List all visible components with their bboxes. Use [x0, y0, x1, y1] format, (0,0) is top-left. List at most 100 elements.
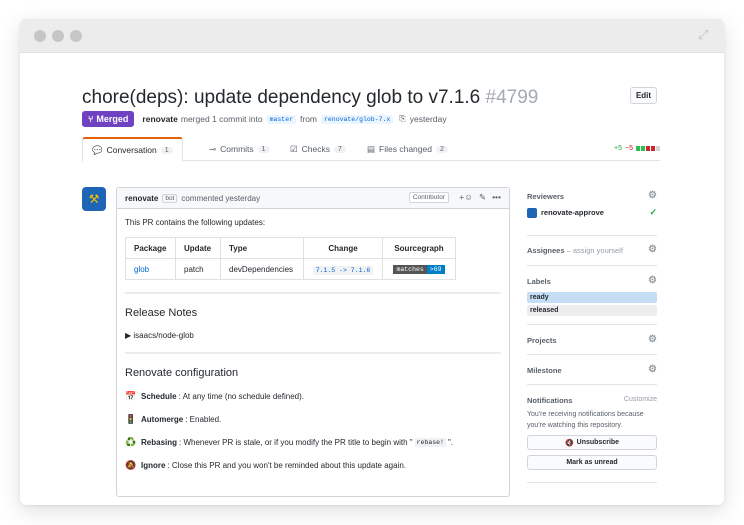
expand-icon[interactable]: ⤢ [698, 28, 712, 42]
diffstat-bars [636, 146, 660, 151]
table-header-row: Package Update Type Change Sourcegraph [125, 237, 456, 259]
tab-conversation-count: 1 [160, 146, 173, 154]
tab-files-changed[interactable]: ▤ Files changed 2 [358, 137, 457, 161]
col-sourcegraph: Sourcegraph [382, 237, 456, 259]
notifications-section: Notifications Customize You're receiving… [527, 385, 657, 483]
minimize-window-dot[interactable] [52, 30, 64, 42]
avatar[interactable]: ⚒ [82, 187, 106, 211]
comment-intro: This PR contains the following updates: [125, 218, 266, 227]
tab-files-count: 2 [435, 145, 448, 153]
window-titlebar: ⤢ [20, 19, 724, 53]
projects-section: Projects ⚙ [527, 325, 657, 355]
rebase-code: rebase! [414, 438, 446, 447]
type-cell: devDependencies [220, 258, 304, 280]
diffstat-deletions: −5 [625, 145, 633, 152]
config-automerge-text: : Enabled. [185, 415, 222, 424]
config-ignore-title: Ignore [141, 461, 166, 470]
release-notes-toggle[interactable]: ▶ isaacs/node-glob [125, 331, 501, 340]
config-ignore: 🔕 Ignore : Close this PR and you won't b… [125, 460, 501, 471]
tab-commits-label: Commits [220, 144, 254, 154]
pencil-icon[interactable]: ✎ [479, 192, 486, 203]
assignees-header[interactable]: Assignees – assign yourself ⚙ [527, 245, 657, 256]
gear-icon[interactable]: ⚙ [648, 245, 657, 255]
change-cell: 7.1.5 -> 7.1.6 [303, 258, 383, 280]
col-package: Package [125, 237, 176, 259]
git-merge-icon: ⑂ [88, 114, 94, 124]
reviewer-name[interactable]: renovate-approve [541, 208, 604, 217]
labels-header[interactable]: Labels ⚙ [527, 276, 657, 287]
config-rebasing-after: ". [447, 438, 453, 447]
tab-conversation[interactable]: 💬 Conversation 1 [82, 137, 183, 162]
config-rebasing-text: : Whenever PR is stale, or if you modify… [179, 438, 413, 447]
label-ready[interactable]: ready [527, 292, 657, 303]
divider [125, 292, 501, 294]
sourcegraph-badge[interactable]: matches >69 [393, 265, 445, 274]
gear-icon[interactable]: ⚙ [648, 191, 657, 201]
label-released[interactable]: released [527, 305, 657, 316]
release-notes-item: isaacs/node-glob [133, 331, 194, 340]
diffstat-block [656, 146, 660, 151]
projects-header[interactable]: Projects ⚙ [527, 335, 657, 346]
config-schedule-title: Schedule [141, 392, 177, 401]
package-link[interactable]: glob [125, 258, 176, 280]
projects-title: Projects [527, 336, 557, 345]
checklist-icon: ☑ [290, 143, 298, 154]
close-window-dot[interactable] [34, 30, 46, 42]
col-type: Type [220, 237, 304, 259]
updates-table: Package Update Type Change Sourcegraph g… [125, 237, 456, 280]
gear-icon[interactable]: ⚙ [648, 276, 657, 286]
bell-slash-icon: 🔕 [125, 460, 137, 470]
triangle-right-icon: ▶ [125, 331, 132, 340]
sourcegraph-badge-label: matches [393, 265, 427, 274]
base-branch[interactable]: master [266, 114, 296, 124]
avatar [527, 207, 537, 218]
clipboard-icon[interactable]: ⎘ [399, 114, 405, 124]
assign-yourself-link[interactable]: – assign yourself [567, 246, 623, 255]
diffstat-additions: +5 [614, 145, 623, 152]
unsubscribe-button[interactable]: 🔇 Unsubscribe [527, 435, 657, 450]
reviewers-section: Reviewers ⚙ renovate-approve ✓ [527, 191, 657, 236]
notifications-header: Notifications Customize [527, 396, 657, 405]
edit-title-button[interactable]: Edit [630, 87, 657, 104]
pr-title-text: chore(deps): update dependency glob to v… [82, 87, 481, 108]
assignees-section: Assignees – assign yourself ⚙ [527, 236, 657, 266]
pr-tabs: 💬 Conversation 1 ⊸ Commits 1 ☑ Checks 7 … [82, 137, 660, 162]
config-schedule: 📅 Schedule : At any time (no schedule de… [125, 391, 501, 402]
config-schedule-text: : At any time (no schedule defined). [178, 392, 304, 401]
update-cell: patch [175, 258, 221, 280]
reviewers-header[interactable]: Reviewers ⚙ [527, 191, 657, 202]
comment-author[interactable]: renovate [125, 194, 158, 203]
config-automerge-title: Automerge [141, 415, 184, 424]
tab-checks[interactable]: ☑ Checks 7 [281, 137, 355, 161]
zoom-window-dot[interactable] [70, 30, 82, 42]
customize-link[interactable]: Customize [624, 396, 657, 405]
mute-icon: 🔇 [564, 439, 574, 447]
smiley-icon[interactable]: +☺ [459, 192, 473, 203]
from-text: from [300, 114, 317, 124]
pr-title: chore(deps): update dependency glob to v… [82, 87, 538, 109]
notifications-text: You're receiving notifications because y… [527, 411, 644, 429]
gear-icon[interactable]: ⚙ [648, 335, 657, 345]
comment-time[interactable]: commented yesterday [181, 194, 260, 203]
kebab-horizontal-icon[interactable]: ••• [492, 192, 501, 203]
tab-commits[interactable]: ⊸ Commits 1 [200, 137, 279, 161]
recycle-icon: ♻️ [125, 437, 137, 447]
git-commit-icon: ⊸ [209, 143, 217, 154]
gear-icon[interactable]: ⚙ [648, 365, 657, 375]
merged-label: Merged [96, 114, 129, 124]
comment-body: This PR contains the following updates: … [117, 209, 509, 480]
pr-sidebar: Reviewers ⚙ renovate-approve ✓ Assignees… [527, 191, 657, 483]
mark-unread-button[interactable]: Mark as unread [527, 455, 657, 470]
milestone-title: Milestone [527, 366, 562, 375]
pr-comment: renovate bot commented yesterday Contrib… [116, 187, 510, 497]
tab-checks-count: 7 [333, 145, 346, 153]
contributor-badge: Contributor [408, 192, 449, 203]
pr-author-link[interactable]: renovate [142, 114, 177, 124]
milestone-section: Milestone ⚙ [527, 355, 657, 385]
bot-badge: bot [162, 193, 178, 203]
change-link[interactable]: 7.1.5 -> 7.1.6 [312, 265, 374, 275]
unsubscribe-label: Unsubscribe [576, 439, 620, 446]
head-branch[interactable]: renovate/glob-7.x [321, 114, 394, 124]
milestone-header[interactable]: Milestone ⚙ [527, 365, 657, 376]
diffstat-block [636, 146, 640, 151]
